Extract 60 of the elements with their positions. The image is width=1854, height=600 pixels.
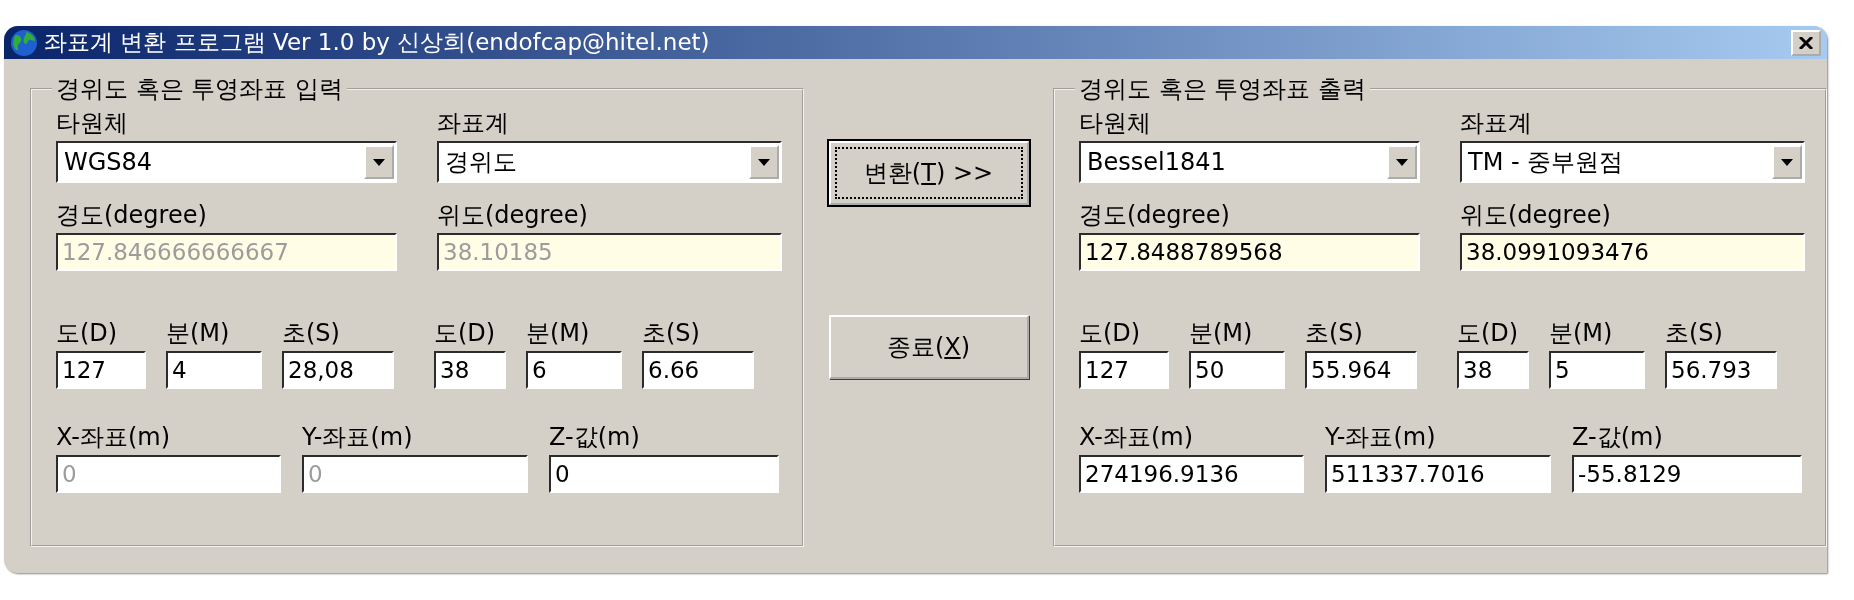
field-label: 도(D) bbox=[56, 318, 119, 349]
command-button[interactable]: 변환(T) >> bbox=[828, 141, 1029, 205]
dropdown[interactable]: TM - 중부원점 bbox=[1460, 141, 1805, 183]
input-field[interactable]: 28,08 bbox=[282, 351, 394, 389]
field-label: 경도(degree) bbox=[1079, 200, 1231, 231]
input-field[interactable]: 38 bbox=[434, 351, 506, 389]
field-label: 도(D) bbox=[1079, 318, 1142, 349]
close-icon bbox=[1799, 36, 1813, 49]
field-label: 타원체 bbox=[1079, 108, 1152, 139]
input-field[interactable]: 511337.7016 bbox=[1325, 455, 1551, 493]
dropdown[interactable]: Bessel1841 bbox=[1079, 141, 1420, 183]
field-label: 분(M) bbox=[1189, 318, 1254, 349]
field-label: 초(S) bbox=[642, 318, 701, 349]
dropdown-arrow-icon bbox=[1781, 158, 1793, 166]
field-label: Y-좌표(m) bbox=[1325, 422, 1437, 453]
field-label: 분(M) bbox=[1549, 318, 1614, 349]
field-label: 분(M) bbox=[526, 318, 591, 349]
input-field[interactable]: 5 bbox=[1549, 351, 1645, 389]
input-field[interactable]: 127 bbox=[56, 351, 146, 389]
close-button[interactable] bbox=[1791, 29, 1821, 56]
input-field[interactable]: 38.0991093476 bbox=[1460, 233, 1805, 271]
input-field[interactable]: 127 bbox=[1079, 351, 1169, 389]
field-label: Z-값(m) bbox=[1572, 422, 1664, 453]
globe-icon bbox=[10, 28, 38, 57]
input-field[interactable]: 50 bbox=[1189, 351, 1285, 389]
input-field[interactable]: 6.66 bbox=[642, 351, 754, 389]
field-label: 초(S) bbox=[1305, 318, 1364, 349]
input-field[interactable]: 38 bbox=[1457, 351, 1529, 389]
window-title: 좌표계 변환 프로그램 Ver 1.0 by 신상희(endofcap@hitel.net) bbox=[44, 28, 711, 57]
dropdown[interactable]: WGS84 bbox=[56, 141, 397, 183]
field-label: 좌표계 bbox=[1460, 108, 1533, 139]
input-field[interactable]: 4 bbox=[166, 351, 262, 389]
input-field[interactable]: 127.8488789568 bbox=[1079, 233, 1420, 271]
field-label: X-좌표(m) bbox=[1079, 422, 1194, 453]
input-field[interactable]: 6 bbox=[526, 351, 622, 389]
field-label: 초(S) bbox=[1665, 318, 1724, 349]
input-field[interactable]: 274196.9136 bbox=[1079, 455, 1304, 493]
dropdown[interactable]: 경위도 bbox=[437, 141, 782, 183]
input-field[interactable]: -55.8129 bbox=[1572, 455, 1802, 493]
input-field[interactable]: 0 bbox=[549, 455, 779, 493]
field-label: 타원체 bbox=[56, 108, 129, 139]
group-title: 경위도 혹은 투영좌표 출력 bbox=[1078, 75, 1367, 103]
command-button[interactable]: 종료(X) bbox=[828, 315, 1029, 379]
field-label: 초(S) bbox=[282, 318, 341, 349]
field-label: Y-좌표(m) bbox=[302, 422, 414, 453]
field-label: X-좌표(m) bbox=[56, 422, 171, 453]
field-label: 위도(degree) bbox=[1460, 200, 1612, 231]
dropdown-arrow-icon bbox=[758, 158, 770, 166]
dropdown-arrow-icon bbox=[373, 158, 385, 166]
dropdown-arrow-icon bbox=[1396, 158, 1408, 166]
field-label: 도(D) bbox=[434, 318, 497, 349]
field-label: 위도(degree) bbox=[437, 200, 589, 231]
field-label: 경도(degree) bbox=[56, 200, 208, 231]
input-field[interactable]: 55.964 bbox=[1305, 351, 1417, 389]
group-title: 경위도 혹은 투영좌표 입력 bbox=[55, 75, 344, 103]
field-label: 분(M) bbox=[166, 318, 231, 349]
field-label: Z-값(m) bbox=[549, 422, 641, 453]
input-field[interactable]: 56.793 bbox=[1665, 351, 1777, 389]
field-label: 도(D) bbox=[1457, 318, 1520, 349]
field-label: 좌표계 bbox=[437, 108, 510, 139]
